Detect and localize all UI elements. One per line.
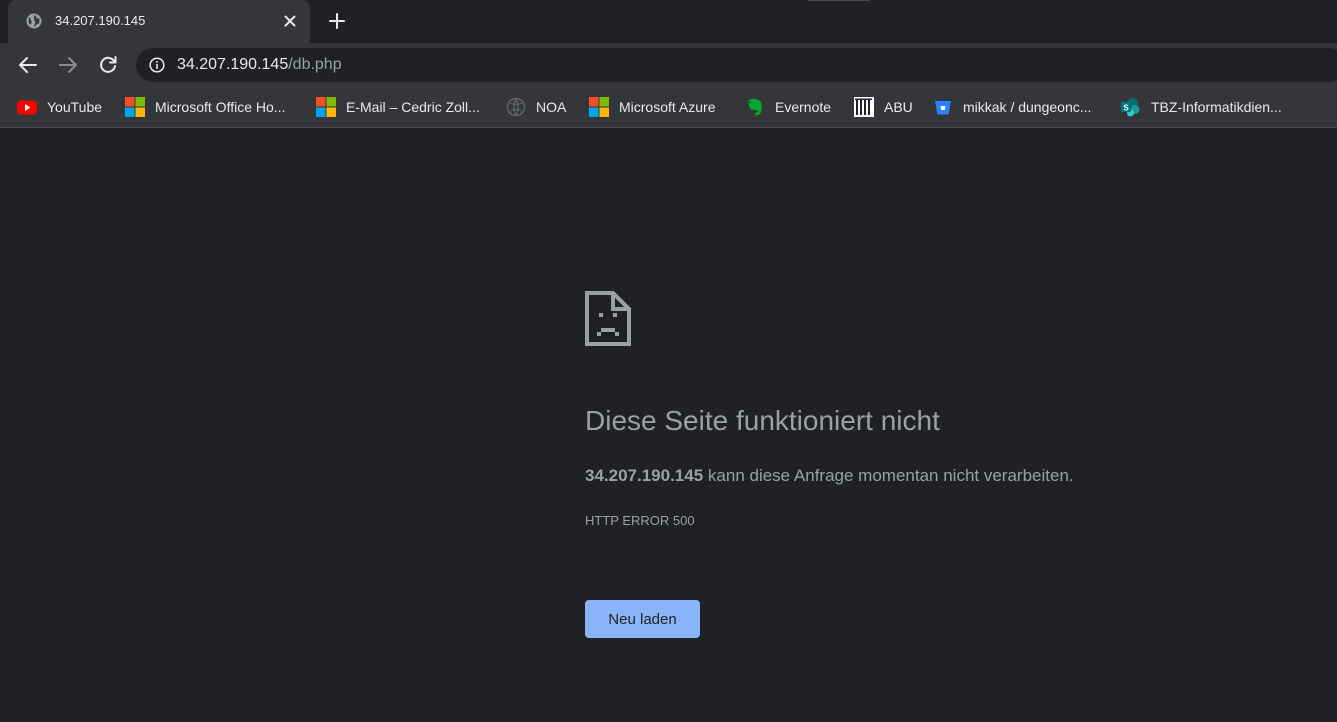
tab-strip: 34.207.190.145 (0, 0, 1337, 43)
bookmark-youtube[interactable]: YouTube (17, 96, 102, 118)
error-page: Diese Seite funktioniert nicht 34.207.19… (0, 129, 1337, 722)
bookmark-evernote[interactable]: Evernote (745, 96, 831, 118)
microsoft-icon (316, 97, 336, 117)
youtube-icon (17, 100, 37, 115)
bookmark-noa[interactable]: NOA (506, 96, 566, 118)
url-path: /db.php (288, 56, 342, 73)
bookmark-microsoft-azure[interactable]: Microsoft Azure (589, 96, 715, 118)
library-icon (854, 97, 874, 117)
close-icon[interactable] (282, 13, 298, 29)
url-text: 34.207.190.145/db.php (177, 56, 342, 74)
reload-icon[interactable] (97, 54, 119, 76)
info-icon[interactable] (149, 57, 165, 73)
evernote-icon (747, 98, 762, 116)
reload-button[interactable]: Neu laden (585, 600, 700, 638)
error-host: 34.207.190.145 (585, 466, 704, 485)
url-host: 34.207.190.145 (177, 56, 289, 73)
globe-icon (26, 13, 42, 29)
browser-tab[interactable]: 34.207.190.145 (8, 0, 310, 43)
bitbucket-icon (935, 101, 951, 115)
tab-strip-divider (808, 0, 870, 1)
bookmark-microsoft-office[interactable]: Microsoft Office Ho... (125, 96, 285, 118)
bookmark-sharepoint[interactable]: S TBZ-Informatikdien... (1121, 96, 1282, 118)
bookmark-abu[interactable]: ABU (854, 96, 913, 118)
error-message: kann diese Anfrage momentan nicht verarb… (707, 466, 1074, 485)
error-code: HTTP ERROR 500 (585, 513, 695, 528)
new-tab-button[interactable] (327, 11, 347, 31)
error-heading: Diese Seite funktioniert nicht (585, 405, 940, 436)
tab-title: 34.207.190.145 (55, 13, 146, 28)
back-button[interactable] (17, 54, 39, 76)
address-bar[interactable]: 34.207.190.145/db.php (136, 48, 1337, 82)
globe-icon (506, 97, 526, 117)
bookmark-bitbucket[interactable]: mikkak / dungeonc... (933, 96, 1091, 118)
forward-button[interactable] (57, 54, 79, 76)
error-description: 34.207.190.145 kann diese Anfrage moment… (585, 466, 1074, 486)
sharepoint-icon: S (1121, 98, 1140, 117)
browser-toolbar: 34.207.190.145/db.php (0, 43, 1337, 87)
microsoft-icon (125, 97, 145, 117)
microsoft-icon (589, 97, 609, 117)
bookmark-email[interactable]: E-Mail – Cedric Zoll... (316, 96, 480, 118)
bookmarks-bar: YouTube Microsoft Office Ho... E-Mail – … (0, 87, 1337, 128)
svg-text:S: S (1123, 103, 1129, 112)
sad-page-icon (585, 291, 631, 346)
